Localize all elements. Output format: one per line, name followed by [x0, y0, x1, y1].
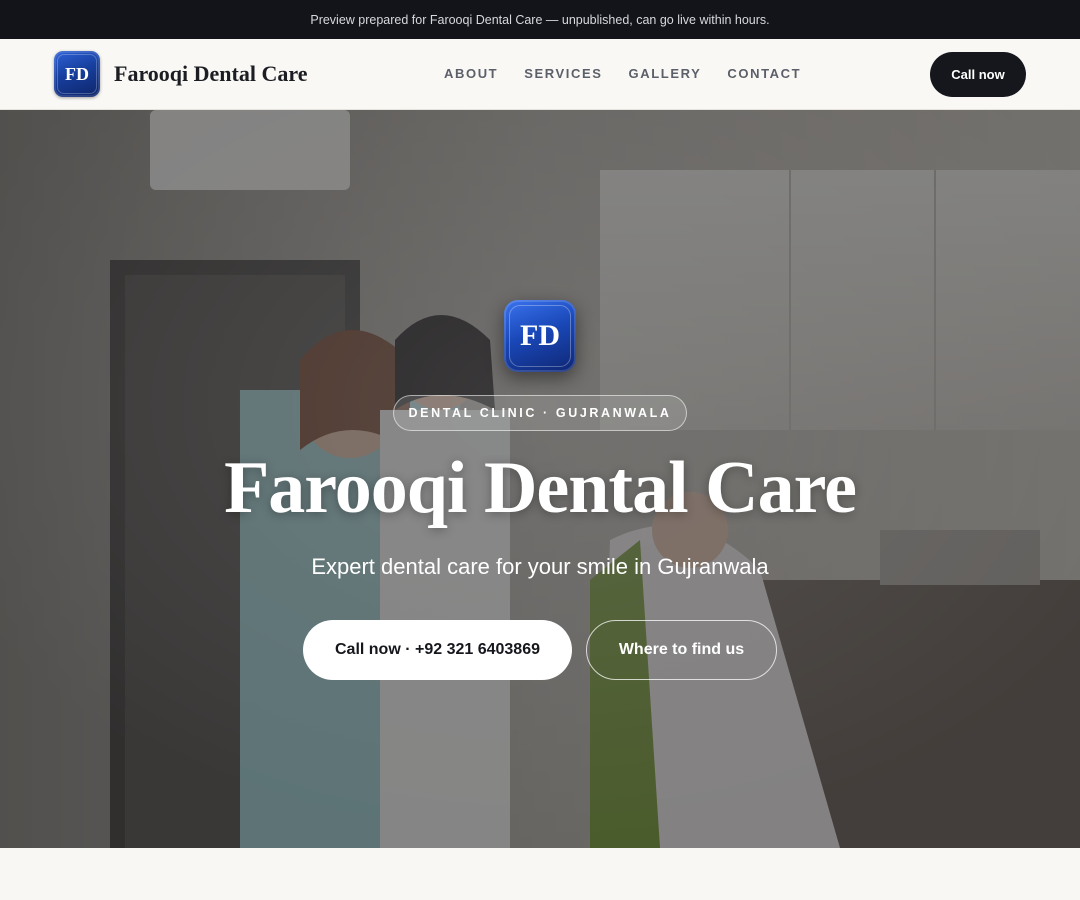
nav-gallery[interactable]: GALLERY	[629, 66, 702, 81]
hero-subtitle: Expert dental care for your smile in Guj…	[311, 554, 769, 579]
logo[interactable]: FD	[54, 51, 100, 97]
logo-mark: FD	[57, 54, 97, 94]
find-us-button[interactable]: Where to find us	[586, 620, 777, 680]
preview-banner: Preview prepared for Farooqi Dental Care…	[0, 0, 1080, 39]
nav-contact[interactable]: CONTACT	[727, 66, 801, 81]
hero-title: Farooqi Dental Care	[224, 447, 857, 529]
nav-about[interactable]: ABOUT	[444, 66, 498, 81]
preview-banner-text: Preview prepared for Farooqi Dental Care…	[310, 12, 770, 27]
hero-eyebrow-badge: DENTAL CLINIC · GUJRANWALA	[393, 395, 687, 431]
call-phone-button[interactable]: Call now · +92 321 6403869	[303, 620, 572, 680]
hero-section: FD DENTAL CLINIC · GUJRANWALA Farooqi De…	[0, 110, 1080, 848]
hero-logo: FD	[504, 300, 576, 372]
main-nav: ABOUT SERVICES GALLERY CONTACT	[444, 66, 801, 81]
brand-name[interactable]: Farooqi Dental Care	[114, 61, 308, 87]
site-header: FD Farooqi Dental Care ABOUT SERVICES GA…	[0, 39, 1080, 110]
nav-services[interactable]: SERVICES	[524, 66, 602, 81]
call-now-button[interactable]: Call now	[930, 52, 1026, 97]
hero-logo-mark: FD	[509, 305, 571, 367]
